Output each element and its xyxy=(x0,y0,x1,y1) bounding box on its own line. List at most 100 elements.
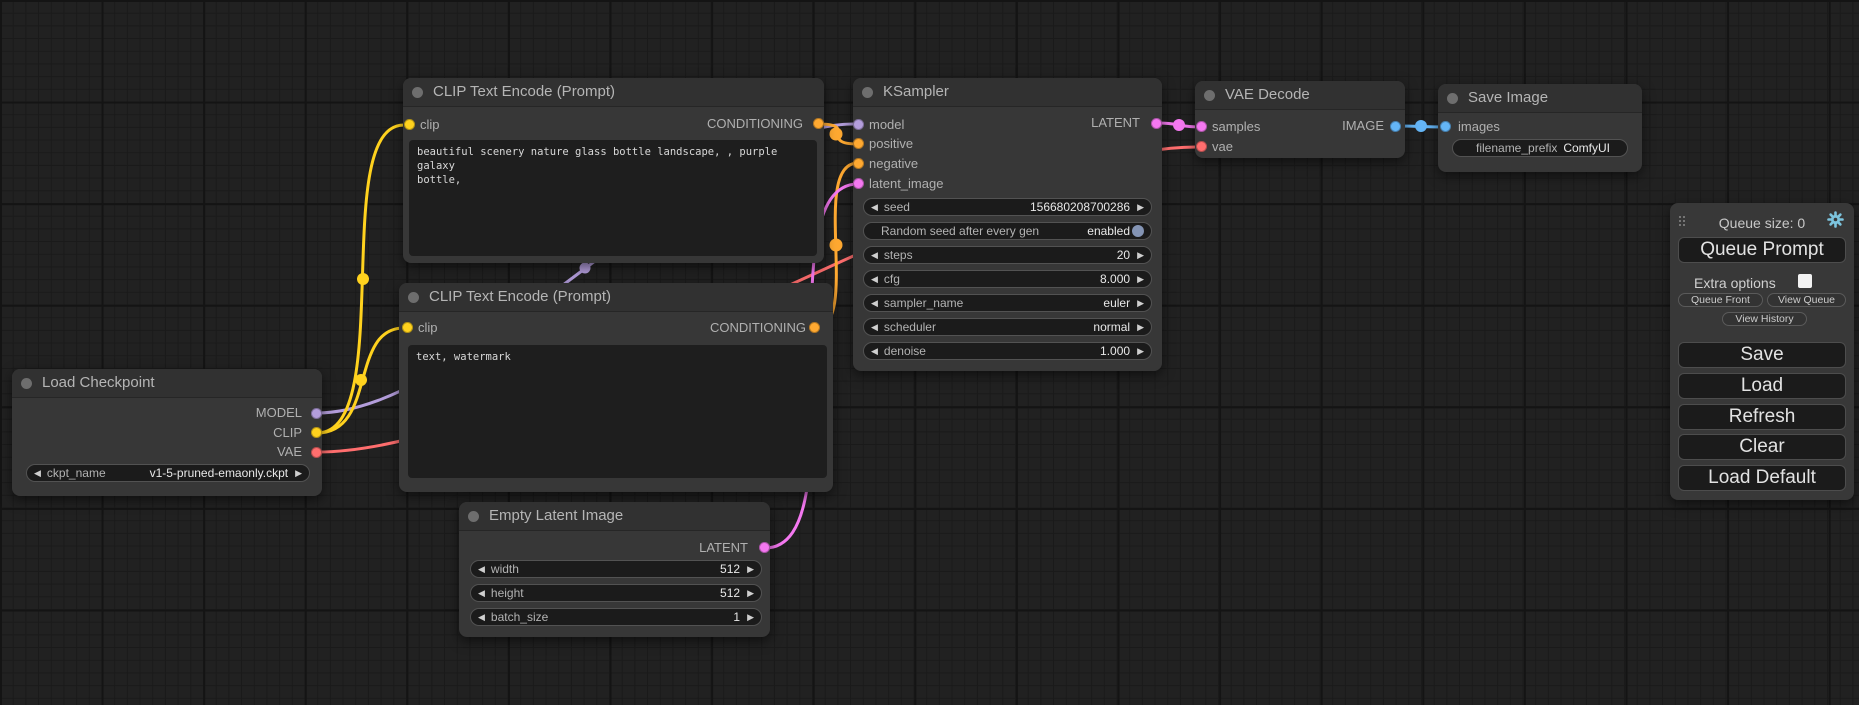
node-title: CLIP Text Encode (Prompt) xyxy=(433,78,615,106)
increment-arrow-icon[interactable]: ▶ xyxy=(1137,246,1144,264)
input-slot-latent-image[interactable] xyxy=(853,178,864,189)
increment-arrow-icon[interactable]: ▶ xyxy=(1137,270,1144,288)
widget-label: width xyxy=(491,562,519,576)
output-slot-model[interactable] xyxy=(311,408,322,419)
decrement-arrow-icon[interactable]: ◀ xyxy=(871,294,878,312)
widget-label: height xyxy=(491,586,524,600)
batch-size-widget[interactable]: ◀ batch_size 1 ▶ xyxy=(470,608,762,626)
height-widget[interactable]: ◀ height 512 ▶ xyxy=(470,584,762,602)
view-history-button[interactable]: View History xyxy=(1722,312,1807,326)
node-save-image[interactable]: Save Image images filename_prefix ComfyU… xyxy=(1438,84,1642,172)
node-titlebar[interactable]: CLIP Text Encode (Prompt) xyxy=(403,78,824,107)
increment-arrow-icon[interactable]: ▶ xyxy=(1137,198,1144,216)
widget-label: filename_prefix xyxy=(1476,141,1557,155)
clear-button[interactable]: Clear xyxy=(1678,434,1846,460)
output-slot-clip[interactable] xyxy=(311,427,322,438)
decrement-arrow-icon[interactable]: ◀ xyxy=(871,318,878,336)
queue-front-button[interactable]: Queue Front xyxy=(1678,293,1763,307)
widget-label: steps xyxy=(884,248,913,262)
node-title: Save Image xyxy=(1468,84,1548,112)
widget-value: ComfyUI xyxy=(1563,141,1610,155)
node-clip-text-encode-positive[interactable]: CLIP Text Encode (Prompt) clip CONDITION… xyxy=(403,78,824,263)
increment-arrow-icon[interactable]: ▶ xyxy=(747,584,754,602)
increment-arrow-icon[interactable]: ▶ xyxy=(747,608,754,626)
widget-label: ckpt_name xyxy=(47,466,106,480)
prompt-textarea[interactable]: beautiful scenery nature glass bottle la… xyxy=(409,140,817,256)
node-titlebar[interactable]: Load Checkpoint xyxy=(12,369,322,398)
queue-prompt-button[interactable]: Queue Prompt xyxy=(1678,237,1846,263)
toggle-circle-icon[interactable] xyxy=(1132,225,1144,237)
decrement-arrow-icon[interactable]: ◀ xyxy=(871,342,878,360)
decrement-arrow-icon[interactable]: ◀ xyxy=(871,270,878,288)
input-label-latent-image: latent_image xyxy=(869,176,943,192)
random-seed-toggle-widget[interactable]: Random seed after every gen enabled xyxy=(863,222,1152,240)
output-label-vae: VAE xyxy=(277,444,302,460)
input-slot-samples[interactable] xyxy=(1196,121,1207,132)
decrement-arrow-icon[interactable]: ◀ xyxy=(871,198,878,216)
collapse-dot-icon[interactable] xyxy=(21,378,32,389)
input-slot-images[interactable] xyxy=(1440,121,1451,132)
node-titlebar[interactable]: CLIP Text Encode (Prompt) xyxy=(399,283,833,312)
widget-value: 1 xyxy=(733,610,740,624)
prompt-textarea[interactable]: text, watermark xyxy=(408,345,827,478)
sampler-name-widget[interactable]: ◀ sampler_name euler ▶ xyxy=(863,294,1152,312)
increment-arrow-icon[interactable]: ▶ xyxy=(1137,342,1144,360)
increment-arrow-icon[interactable]: ▶ xyxy=(1137,294,1144,312)
gear-icon[interactable] xyxy=(1827,211,1844,228)
input-slot-model[interactable] xyxy=(853,119,864,130)
decrement-arrow-icon[interactable]: ◀ xyxy=(478,584,485,602)
denoise-widget[interactable]: ◀ denoise 1.000 ▶ xyxy=(863,342,1152,360)
node-titlebar[interactable]: Save Image xyxy=(1438,84,1642,113)
width-widget[interactable]: ◀ width 512 ▶ xyxy=(470,560,762,578)
cfg-widget[interactable]: ◀ cfg 8.000 ▶ xyxy=(863,270,1152,288)
save-button[interactable]: Save xyxy=(1678,342,1846,368)
decrement-arrow-icon[interactable]: ◀ xyxy=(34,464,41,482)
output-slot-latent[interactable] xyxy=(759,542,770,553)
increment-arrow-icon[interactable]: ▶ xyxy=(1137,318,1144,336)
input-slot-clip[interactable] xyxy=(404,119,415,130)
node-titlebar[interactable]: Empty Latent Image xyxy=(459,502,770,531)
node-vae-decode[interactable]: VAE Decode samples vae IMAGE xyxy=(1195,81,1405,158)
extra-options-checkbox[interactable] xyxy=(1798,274,1812,288)
collapse-dot-icon[interactable] xyxy=(862,87,873,98)
input-slot-clip[interactable] xyxy=(402,322,413,333)
decrement-arrow-icon[interactable]: ◀ xyxy=(478,608,485,626)
increment-arrow-icon[interactable]: ▶ xyxy=(295,464,302,482)
node-load-checkpoint[interactable]: Load Checkpoint MODEL CLIP VAE ◀ ckpt_na… xyxy=(12,369,322,496)
input-slot-vae[interactable] xyxy=(1196,141,1207,152)
collapse-dot-icon[interactable] xyxy=(412,87,423,98)
output-slot-vae[interactable] xyxy=(311,447,322,458)
input-slot-positive[interactable] xyxy=(853,138,864,149)
decrement-arrow-icon[interactable]: ◀ xyxy=(871,246,878,264)
seed-widget[interactable]: ◀ seed 156680208700286 ▶ xyxy=(863,198,1152,216)
output-slot-latent[interactable] xyxy=(1151,118,1162,129)
increment-arrow-icon[interactable]: ▶ xyxy=(747,560,754,578)
collapse-dot-icon[interactable] xyxy=(408,292,419,303)
node-titlebar[interactable]: KSampler xyxy=(853,78,1162,107)
node-clip-text-encode-negative[interactable]: CLIP Text Encode (Prompt) clip CONDITION… xyxy=(399,283,833,492)
refresh-button[interactable]: Refresh xyxy=(1678,404,1846,430)
load-default-button[interactable]: Load Default xyxy=(1678,465,1846,491)
scheduler-widget[interactable]: ◀ scheduler normal ▶ xyxy=(863,318,1152,336)
steps-widget[interactable]: ◀ steps 20 ▶ xyxy=(863,246,1152,264)
collapse-dot-icon[interactable] xyxy=(468,511,479,522)
collapse-dot-icon[interactable] xyxy=(1204,90,1215,101)
view-queue-button[interactable]: View Queue xyxy=(1767,293,1846,307)
node-empty-latent-image[interactable]: Empty Latent Image LATENT ◀ width 512 ▶ … xyxy=(459,502,770,637)
filename-prefix-widget[interactable]: filename_prefix ComfyUI xyxy=(1452,139,1628,157)
input-label-clip: clip xyxy=(420,117,440,133)
widget-label: seed xyxy=(884,200,910,214)
node-title: KSampler xyxy=(883,78,949,106)
ckpt-name-widget[interactable]: ◀ ckpt_name v1-5-pruned-emaonly.ckpt ▶ xyxy=(26,464,310,482)
output-label-latent: LATENT xyxy=(1091,115,1140,131)
output-slot-conditioning[interactable] xyxy=(809,322,820,333)
output-slot-conditioning[interactable] xyxy=(813,118,824,129)
load-button[interactable]: Load xyxy=(1678,373,1846,399)
input-slot-negative[interactable] xyxy=(853,158,864,169)
node-titlebar[interactable]: VAE Decode xyxy=(1195,81,1405,110)
decrement-arrow-icon[interactable]: ◀ xyxy=(478,560,485,578)
widget-label: scheduler xyxy=(884,320,936,334)
collapse-dot-icon[interactable] xyxy=(1447,93,1458,104)
output-slot-image[interactable] xyxy=(1390,121,1401,132)
node-ksampler[interactable]: KSampler model positive negative latent_… xyxy=(853,78,1162,371)
